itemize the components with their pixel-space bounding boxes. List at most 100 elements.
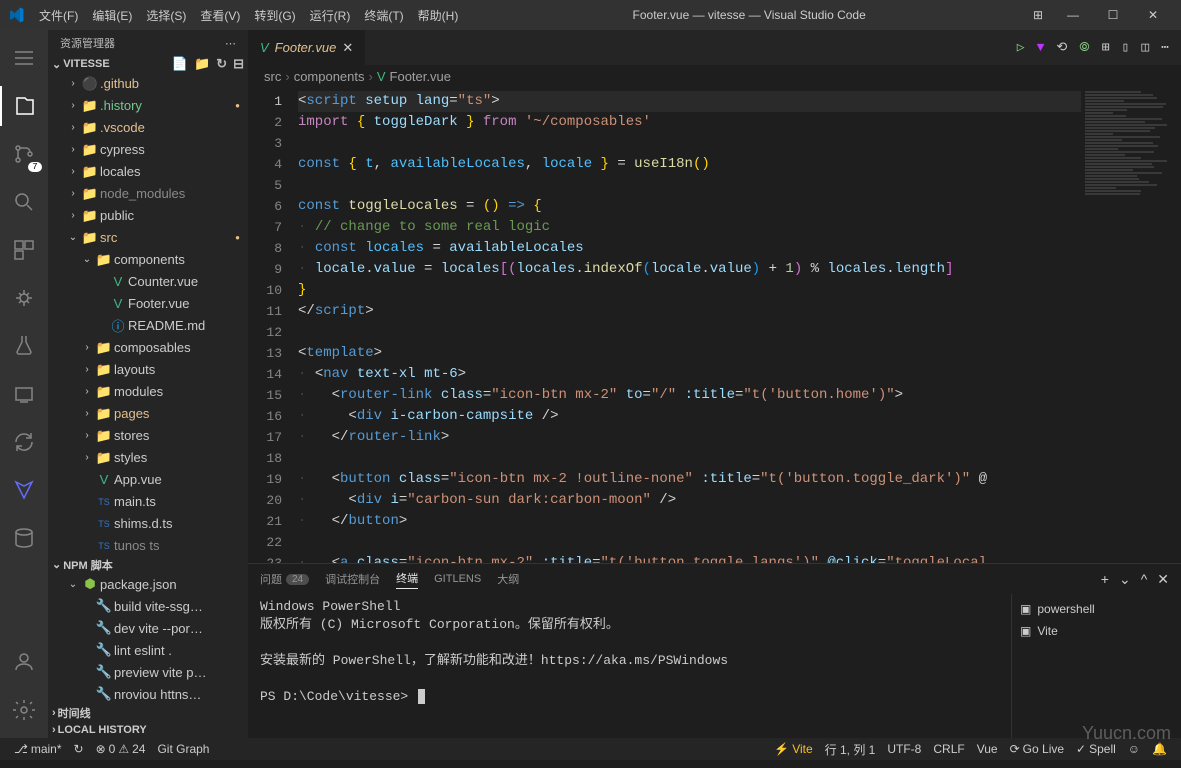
tree-item-tunos ts[interactable]: TStunos ts [48,535,248,557]
tree-item-App.vue[interactable]: VApp.vue [48,469,248,491]
maximize-button[interactable]: ☐ [1093,8,1133,22]
tree-item-shims.d.ts[interactable]: TSshims.d.ts [48,513,248,535]
terminal[interactable]: Windows PowerShell版权所有 (C) Microsoft Cor… [248,594,1011,738]
tree-item-stores[interactable]: ›📁stores [48,425,248,447]
breadcrumb-file[interactable]: Footer.vue [390,69,451,84]
sb-eol[interactable]: CRLF [927,741,970,758]
tree-item-composables[interactable]: ›📁composables [48,337,248,359]
editor-layout-icon[interactable]: ▯ [1122,40,1130,55]
activity-extensions-icon[interactable] [0,230,48,270]
activity-db-icon[interactable] [0,518,48,558]
compare-icon[interactable]: ⦾ [1079,40,1089,55]
sidebar-more-icon[interactable]: ⋯ [225,37,236,50]
term-session-powershell[interactable]: ▣ powershell [1020,598,1173,620]
panel-tab-outline[interactable]: 大纲 [497,571,519,587]
npm-scripts-header[interactable]: ⌄NPM 脚本 [48,557,248,573]
activity-menu-icon[interactable] [0,38,48,78]
npm-script[interactable]: 🔧build vite-ssg… [48,595,248,617]
tree-item-README.md[interactable]: ⓘREADME.md [48,315,248,337]
activity-remote-icon[interactable] [0,374,48,414]
format-icon[interactable]: ⟲ [1056,40,1067,55]
new-folder-icon[interactable]: 📁 [194,56,210,72]
tree-item-node_modules[interactable]: ›📁node_modules [48,183,248,205]
tree-item-.history[interactable]: ›📁.history● [48,95,248,117]
menu-select[interactable]: 选择(S) [139,7,193,24]
tree-item-cypress[interactable]: ›📁cypress [48,139,248,161]
npm-script[interactable]: 🔧preview vite p… [48,661,248,683]
sb-spell[interactable]: ✓ Spell [1070,741,1122,758]
tree-item-pages[interactable]: ›📁pages [48,403,248,425]
npm-script[interactable]: 🔧nroviou httns… [48,683,248,705]
panel-chevron-down-icon[interactable]: ⌄ [1119,571,1131,588]
panel-tab-debug-console[interactable]: 调试控制台 [325,571,380,587]
local-history-header[interactable]: ›LOCAL HISTORY [48,722,248,738]
panel-tab-problems[interactable]: 问题 24 [260,571,309,587]
tree-item-components[interactable]: ⌄📁components [48,249,248,271]
sb-sync[interactable]: ↻ [68,742,90,756]
sb-feedback-icon[interactable]: ☺ [1122,741,1146,758]
split-right-icon[interactable]: ◫ [1141,40,1149,55]
tree-item-main.ts[interactable]: TSmain.ts [48,491,248,513]
sb-encoding[interactable]: UTF-8 [881,741,927,758]
editor-more-icon[interactable]: ⋯ [1161,40,1169,55]
tree-item-.vscode[interactable]: ›📁.vscode [48,117,248,139]
npm-script[interactable]: ⌄⬢package.json [48,573,248,595]
term-session-vite[interactable]: ▣ Vite [1020,620,1173,642]
sb-gitgraph[interactable]: Git Graph [151,742,215,756]
tab-close-icon[interactable]: ✕ [342,40,353,56]
menu-run[interactable]: 运行(R) [303,7,358,24]
activity-refresh-icon[interactable] [0,422,48,462]
collapse-icon[interactable]: ⊟ [233,56,244,72]
panel-new-icon[interactable]: + [1101,571,1109,588]
menu-edit[interactable]: 编辑(E) [85,7,139,24]
timeline-header[interactable]: ›时间线 [48,705,248,721]
sb-golive[interactable]: ⟳ Go Live [1004,741,1070,758]
activity-search-icon[interactable] [0,182,48,222]
minimap[interactable] [1081,87,1181,563]
sb-vite[interactable]: ⚡ Vite [768,741,818,758]
code-content[interactable]: <script setup lang="ts">import { toggleD… [298,87,1081,563]
panel-tab-gitlens[interactable]: GITLENS [434,573,481,585]
tab-footer-vue[interactable]: V Footer.vue ✕ [248,30,365,65]
panel-maximize-icon[interactable]: ^ [1141,571,1148,588]
activity-test-icon[interactable] [0,326,48,366]
tree-item-layouts[interactable]: ›📁layouts [48,359,248,381]
activity-scm-icon[interactable]: 7 [0,134,48,174]
run-icon[interactable]: ▷ [1017,40,1025,55]
npm-script[interactable]: 🔧lint eslint . [48,639,248,661]
editor-body[interactable]: 1234567891011121314151617181920212223 <s… [248,87,1181,563]
sb-branch[interactable]: ⎇ main* [8,742,68,756]
tree-item-src[interactable]: ⌄📁src● [48,227,248,249]
panel-close-icon[interactable]: ✕ [1157,571,1169,588]
close-button[interactable]: ✕ [1133,8,1173,22]
activity-debug-icon[interactable] [0,278,48,318]
refresh-icon[interactable]: ↻ [216,56,227,72]
tree-item-locales[interactable]: ›📁locales [48,161,248,183]
minimize-button[interactable]: — [1053,8,1093,22]
activity-account-icon[interactable] [0,642,48,682]
sb-notifications-icon[interactable]: 🔔 [1146,741,1173,758]
menu-view[interactable]: 查看(V) [193,7,247,24]
activity-explorer-icon[interactable] [0,86,48,126]
activity-settings-icon[interactable] [0,690,48,730]
menu-file[interactable]: 文件(F) [32,7,85,24]
activity-vite-icon[interactable] [0,470,48,510]
sb-position[interactable]: 行 1, 列 1 [819,741,882,758]
breadcrumb-src[interactable]: src [264,69,281,84]
vite-action-icon[interactable]: ▼ [1037,40,1045,55]
sb-lang[interactable]: Vue [971,741,1004,758]
menu-terminal[interactable]: 终端(T) [357,7,410,24]
project-header[interactable]: ⌄ VITESSE 📄 📁 ↻ ⊟ [48,56,248,72]
split-icon[interactable]: ⊞ [1102,40,1110,55]
menu-help[interactable]: 帮助(H) [411,7,466,24]
tree-item-styles[interactable]: ›📁styles [48,447,248,469]
npm-script[interactable]: 🔧dev vite --por… [48,617,248,639]
sb-errors[interactable]: ⊗ 0 ⚠ 24 [90,742,152,756]
breadcrumb-components[interactable]: components [294,69,365,84]
layout-icon[interactable]: ⊞ [1033,8,1053,22]
tree-item-public[interactable]: ›📁public [48,205,248,227]
tree-item-.github[interactable]: ›⚫.github [48,73,248,95]
menu-goto[interactable]: 转到(G) [247,7,302,24]
breadcrumb[interactable]: src › components › V Footer.vue [248,65,1181,87]
tree-item-Counter.vue[interactable]: VCounter.vue [48,271,248,293]
